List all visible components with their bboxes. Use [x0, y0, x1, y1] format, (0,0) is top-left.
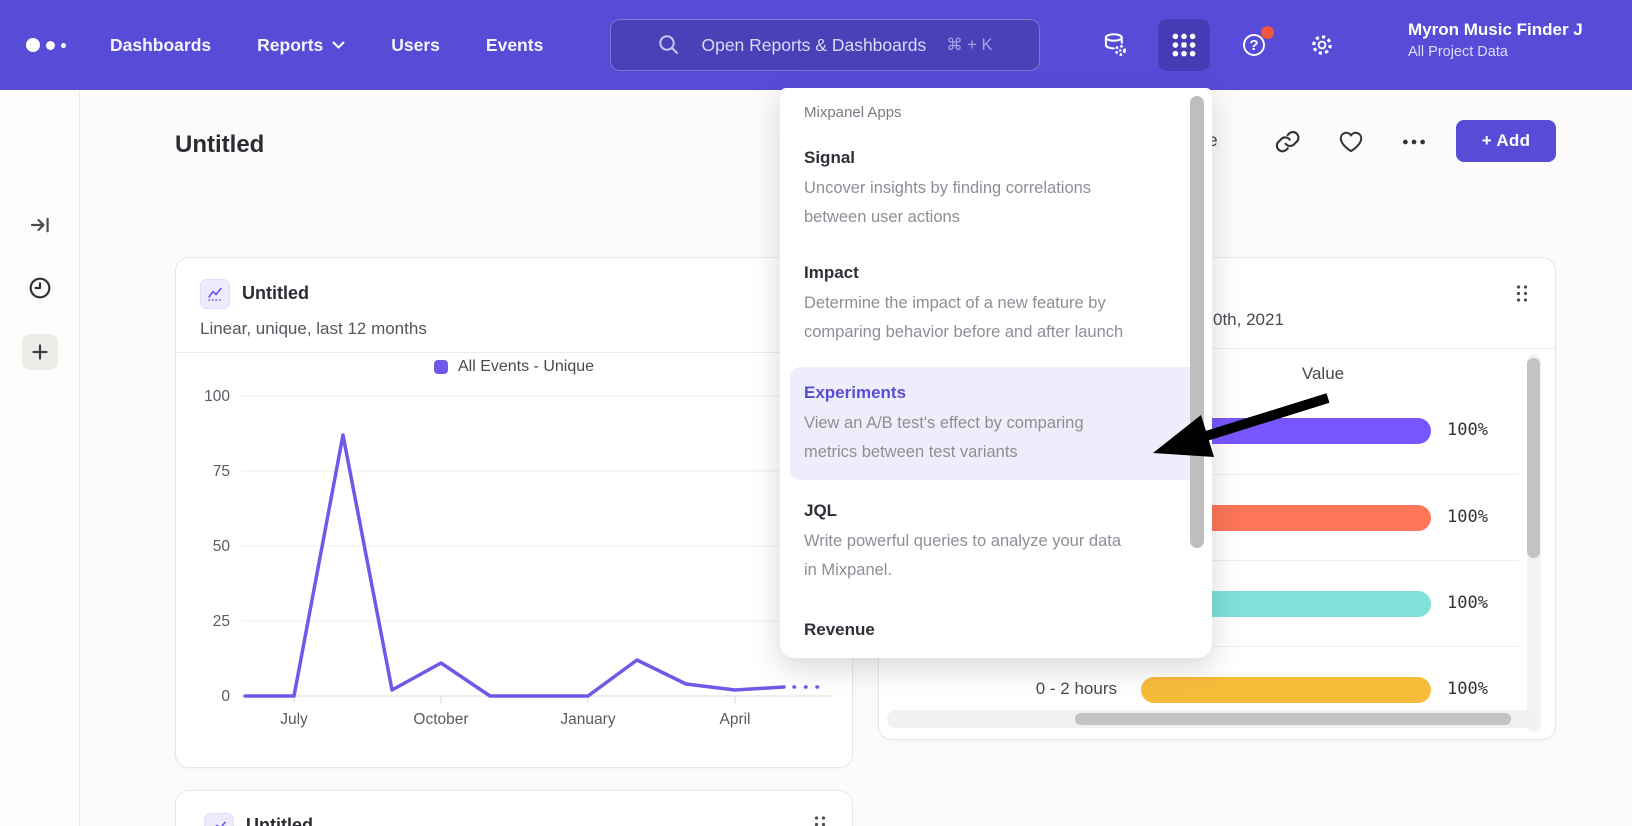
svg-text:April: April	[719, 711, 750, 728]
settings-button[interactable]	[1296, 19, 1348, 71]
user-name: Myron Music Finder J	[1408, 20, 1632, 40]
search-placeholder: Open Reports & Dashboards	[701, 35, 926, 56]
add-section-button[interactable]	[22, 334, 58, 370]
menu-item-description: Uncover insights by finding correlations…	[804, 174, 1136, 232]
svg-text:January: January	[560, 711, 615, 728]
row-percent: 100%	[1447, 679, 1488, 699]
value-column-header: Value	[1283, 364, 1363, 384]
apps-menu-item-revenue[interactable]: Revenue	[780, 617, 1212, 642]
expand-sidebar-button[interactable]	[22, 207, 58, 243]
svg-text:75: 75	[213, 463, 230, 480]
row-percent: 100%	[1447, 507, 1488, 527]
drag-handle-icon[interactable]	[813, 815, 827, 826]
chart-legend[interactable]: All Events - Unique	[176, 358, 852, 376]
menu-item-name: JQL	[804, 498, 1162, 523]
card-title[interactable]: Untitled	[242, 283, 309, 304]
apps-menu-item-jql[interactable]: JQL Write powerful queries to analyze yo…	[780, 498, 1212, 585]
nav-item-dashboards[interactable]: Dashboards	[110, 35, 211, 56]
add-button[interactable]: + Add	[1456, 120, 1556, 162]
chevron-down-icon	[332, 41, 345, 50]
line-chart-card: Untitled Linear, unique, last 12 months …	[175, 257, 853, 768]
nav-items: Dashboards Reports Users Events	[110, 0, 543, 90]
logo-dot	[61, 43, 66, 48]
favorite-button[interactable]	[1337, 128, 1365, 156]
menu-item-name: Experiments	[804, 380, 1162, 405]
row-percent: 100%	[1447, 420, 1488, 440]
nav-item-reports[interactable]: Reports	[257, 35, 345, 56]
heart-icon	[1337, 128, 1365, 156]
user-project-switcher[interactable]: Myron Music Finder J All Project Data	[1408, 20, 1632, 60]
link-icon	[1274, 128, 1302, 156]
line-chart: 0 25 50 75 100 July October January April	[184, 386, 838, 731]
menu-item-name: Impact	[804, 260, 1162, 285]
svg-text:25: 25	[213, 613, 230, 630]
row-percent: 100%	[1447, 593, 1488, 613]
nav-item-label: Events	[486, 35, 543, 56]
nav-item-label: Dashboards	[110, 35, 211, 56]
drag-handle-icon[interactable]	[1515, 284, 1529, 303]
global-search-input[interactable]: Open Reports & Dashboards ⌘ + K	[610, 19, 1040, 71]
nav-item-label: Users	[391, 35, 440, 56]
nav-item-users[interactable]: Users	[391, 35, 440, 56]
top-navigation: Dashboards Reports Users Events Open Rep…	[0, 0, 1632, 90]
row-label: 0 - 2 hours	[889, 679, 1117, 699]
menu-item-name: Signal	[804, 145, 1162, 170]
copy-link-button[interactable]	[1274, 128, 1302, 156]
vertical-scrollbar-thumb[interactable]	[1527, 358, 1540, 558]
recent-items-button[interactable]	[22, 270, 58, 306]
menu-scrollbar-thumb[interactable]	[1190, 96, 1204, 548]
card-subtitle-date: 0th, 2021	[1213, 310, 1284, 330]
logo-dot	[46, 41, 55, 50]
more-options-button[interactable]	[1400, 128, 1428, 156]
svg-text:50: 50	[213, 538, 231, 555]
svg-text:July: July	[280, 711, 308, 728]
left-sidebar	[0, 90, 80, 826]
nav-item-label: Reports	[257, 35, 323, 56]
collapse-arrow-icon	[28, 213, 52, 237]
svg-text:100: 100	[204, 388, 230, 405]
apps-grid-icon	[1170, 31, 1198, 59]
menu-item-description: Determine the impact of a new feature by…	[804, 289, 1136, 347]
insights-chart-icon	[206, 285, 224, 303]
apps-menu-item-experiments[interactable]: Experiments View an A/B test's effect by…	[790, 367, 1198, 480]
legend-swatch	[434, 360, 448, 374]
menu-item-description: Write powerful queries to analyze your d…	[804, 527, 1136, 585]
data-management-button[interactable]	[1089, 19, 1141, 71]
search-icon	[657, 33, 681, 57]
card-title[interactable]: Untitled	[246, 815, 313, 826]
logo-dot	[26, 38, 40, 52]
nav-item-events[interactable]: Events	[486, 35, 543, 56]
apps-menu-item-impact[interactable]: Impact Determine the impact of a new fea…	[780, 260, 1212, 347]
divider	[176, 352, 852, 353]
svg-text:October: October	[413, 711, 468, 728]
ellipsis-icon	[1400, 128, 1428, 156]
project-name: All Project Data	[1408, 44, 1632, 60]
bottom-card-icon	[204, 813, 234, 826]
svg-text:0: 0	[221, 688, 230, 705]
notification-dot	[1261, 26, 1274, 39]
menu-item-description: View an A/B test's effect by comparing m…	[804, 409, 1136, 467]
apps-menu-item-signal[interactable]: Signal Uncover insights by finding corre…	[780, 145, 1212, 232]
apps-menu-title: Mixpanel Apps	[804, 104, 1212, 121]
line-chart-card-icon	[200, 279, 230, 309]
value-bar	[1141, 677, 1431, 703]
apps-menu-button[interactable]	[1158, 19, 1210, 71]
plus-icon	[31, 343, 49, 361]
mixpanel-logo-icon[interactable]	[26, 0, 66, 90]
gear-icon	[1307, 30, 1337, 60]
search-shortcut: ⌘ + K	[946, 35, 992, 55]
horizontal-scrollbar-thumb[interactable]	[1075, 713, 1511, 725]
bottom-chart-card: Untitled	[175, 790, 853, 826]
card-subtitle: Linear, unique, last 12 months	[200, 319, 427, 339]
database-gear-icon	[1101, 31, 1129, 59]
help-button[interactable]: ?	[1228, 19, 1280, 71]
help-glyph: ?	[1228, 19, 1280, 71]
clock-icon	[27, 275, 53, 301]
page-title: Untitled	[175, 131, 264, 159]
legend-label: All Events - Unique	[458, 358, 594, 376]
menu-item-name: Revenue	[804, 617, 1162, 642]
mixpanel-apps-menu: Mixpanel Apps Signal Uncover insights by…	[780, 88, 1212, 658]
insights-chart-icon	[210, 819, 228, 826]
